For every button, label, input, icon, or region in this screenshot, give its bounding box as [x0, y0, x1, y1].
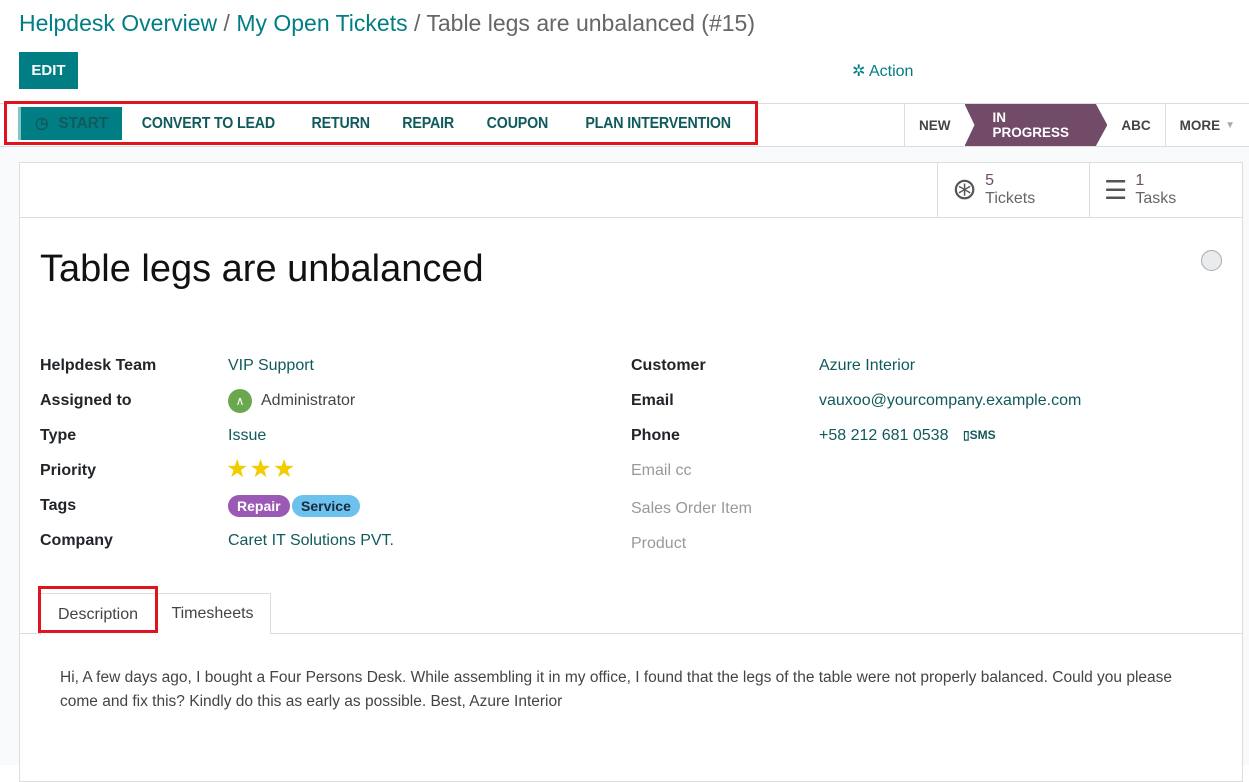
type-field[interactable]: Issue [228, 427, 266, 445]
email-cc-label: Email cc [631, 462, 692, 479]
star-icon[interactable]: ★ [249, 455, 272, 483]
caret-down-icon: ▼ [1225, 119, 1235, 131]
breadcrumb-my-open-tickets[interactable]: My Open Tickets [236, 10, 407, 36]
edit-button[interactable]: EDIT [19, 52, 78, 89]
breadcrumb-helpdesk-overview[interactable]: Helpdesk Overview [19, 10, 217, 36]
priority-label: Priority [40, 462, 97, 479]
tab-description[interactable]: Description [40, 593, 156, 635]
plan-intervention-button[interactable]: PLAN INTERVENTION [573, 107, 744, 140]
coupon-button[interactable]: COUPON [474, 107, 561, 140]
breadcrumb-current: Table legs are unbalanced (#15) [426, 10, 755, 36]
gear-icon: ✲ [852, 63, 866, 80]
tags-field[interactable]: Repair Service [228, 495, 360, 517]
stage-new[interactable]: NEW [905, 104, 965, 146]
start-button[interactable]: ◷ START [18, 107, 122, 140]
tag-service[interactable]: Service [292, 495, 360, 517]
star-icon[interactable]: ★ [226, 455, 249, 483]
priority-stars[interactable]: ★★★ [226, 454, 296, 484]
life-ring-icon: ⊛ [952, 173, 978, 206]
phone-field[interactable]: +58 212 681 0538 [819, 427, 948, 445]
clock-icon: ◷ [35, 115, 49, 132]
stage-abc[interactable]: ABC [1107, 104, 1166, 146]
action-label: Action [868, 63, 914, 80]
product-label: Product [631, 535, 687, 552]
email-label: Email [631, 392, 674, 409]
tags-label: Tags [40, 497, 77, 514]
customer-label: Customer [631, 357, 706, 374]
stage-bar: NEW IN PROGRESS ABC MORE ▼ [904, 104, 1249, 146]
type-label: Type [40, 427, 77, 444]
tasks-stat-button[interactable]: ☰ 1 Tasks [1089, 163, 1241, 217]
breadcrumb: Helpdesk Overview / My Open Tickets / Ta… [19, 10, 755, 37]
company-field[interactable]: Caret IT Solutions PVT. [228, 532, 394, 550]
tab-timesheets[interactable]: Timesheets [155, 593, 271, 634]
breadcrumb-separator: / [413, 10, 421, 36]
helpdesk-team-field[interactable]: VIP Support [228, 357, 314, 375]
helpdesk-team-label: Helpdesk Team [40, 357, 157, 374]
tickets-stat-button[interactable]: ⊛ 5 Tickets [937, 163, 1089, 217]
return-button[interactable]: RETURN [298, 107, 382, 140]
mobile-icon: ▯ [963, 428, 970, 442]
sms-button[interactable]: ▯SMS [963, 428, 996, 442]
company-label: Company [40, 532, 113, 549]
breadcrumb-separator: / [223, 10, 230, 36]
convert-to-lead-button[interactable]: CONVERT TO LEAD [129, 107, 288, 140]
action-menu[interactable]: ✲ Action [852, 61, 913, 81]
assigned-to-field[interactable]: ∧ Administrator [228, 389, 355, 413]
customer-field[interactable]: Azure Interior [819, 357, 915, 375]
stage-in-progress[interactable]: IN PROGRESS [964, 104, 1108, 146]
repair-button[interactable]: REPAIR [389, 107, 466, 140]
assigned-to-label: Assigned to [40, 392, 132, 409]
tasks-icon: ☰ [1104, 175, 1128, 205]
phone-label: Phone [631, 427, 680, 444]
header-buttons: ◷ START CONVERT TO LEAD RETURN REPAIR COU… [18, 107, 751, 140]
star-icon[interactable]: ★ [273, 455, 296, 483]
sales-order-item-label: Sales Order Item [631, 500, 752, 517]
ticket-title[interactable]: Table legs are unbalanced [40, 248, 484, 291]
description-text[interactable]: Hi, A few days ago, I bought a Four Pers… [60, 666, 1190, 714]
kanban-state-indicator[interactable] [1201, 250, 1222, 271]
stage-more[interactable]: MORE ▼ [1166, 104, 1249, 146]
tag-repair[interactable]: Repair [228, 495, 290, 517]
email-field[interactable]: vauxoo@yourcompany.example.com [819, 392, 1081, 410]
avatar: ∧ [228, 389, 252, 413]
